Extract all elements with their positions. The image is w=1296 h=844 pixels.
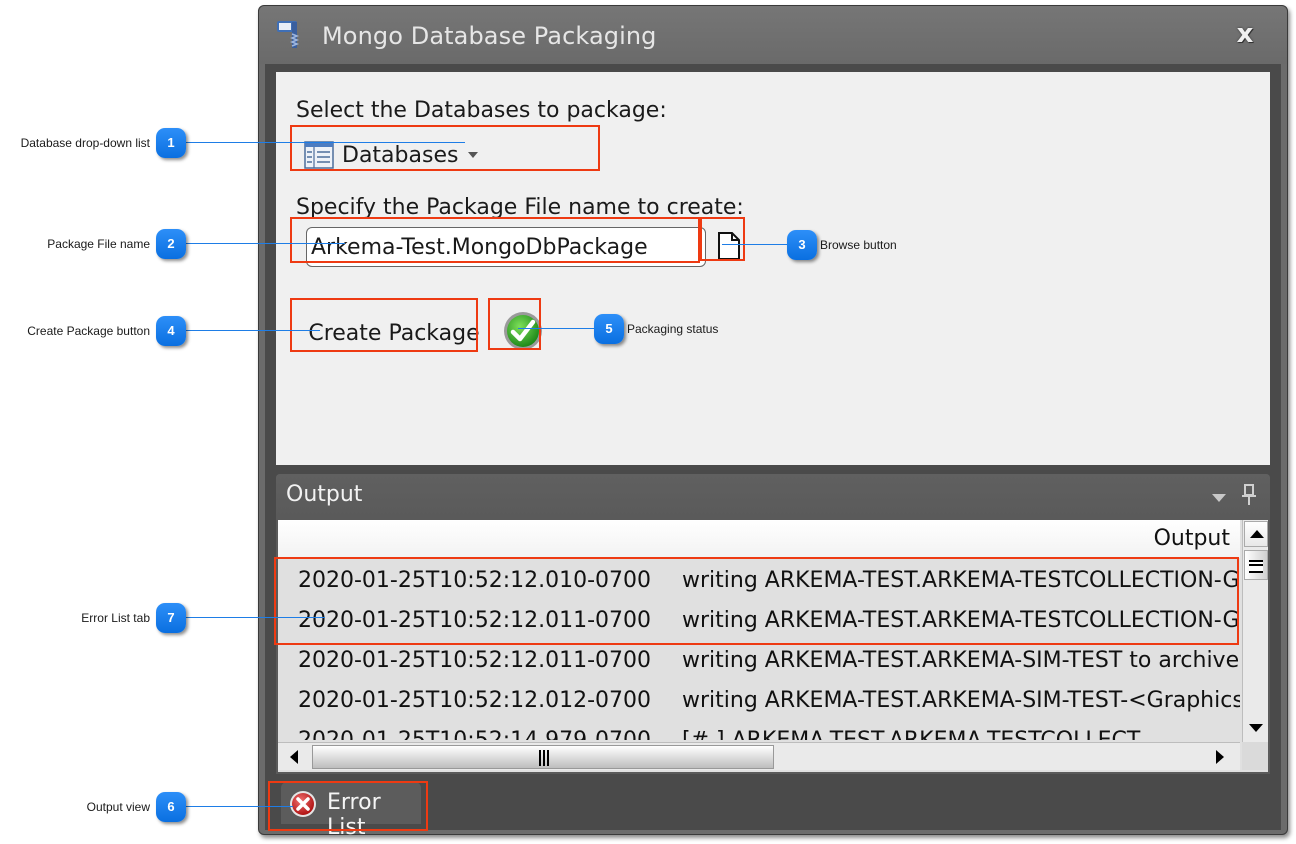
annotation-label: Create Package button bbox=[27, 324, 150, 338]
create-package-button[interactable]: Create Package bbox=[304, 310, 484, 356]
annotation-label: Browse button bbox=[820, 238, 897, 252]
scrollbar-corner bbox=[1242, 742, 1268, 770]
title-bar: Mongo Database Packaging x bbox=[259, 6, 1287, 64]
annotation-badge: 4 bbox=[156, 316, 186, 346]
annotation-badge: 7 bbox=[156, 603, 186, 633]
annotation-label: Package File name bbox=[47, 237, 150, 251]
vertical-scrollbar[interactable] bbox=[1242, 520, 1268, 742]
annotation-badge: 6 bbox=[156, 792, 186, 822]
log-rows: 2020-01-25T10:52:12.010-0700 writing ARK… bbox=[278, 560, 1240, 740]
scroll-right-button[interactable] bbox=[1206, 745, 1236, 769]
success-check-icon bbox=[504, 312, 542, 350]
log-message: writing ARKEMA-TEST.ARKEMA-SIM-TEST to a… bbox=[682, 648, 1240, 673]
table-icon bbox=[304, 141, 334, 169]
packaging-window: Mongo Database Packaging x Select the Da… bbox=[258, 5, 1288, 840]
vertical-scroll-thumb[interactable] bbox=[1244, 550, 1268, 580]
log-row[interactable]: 2020-01-25T10:52:12.012-0700 writing ARK… bbox=[278, 680, 1240, 720]
package-file-input[interactable] bbox=[306, 227, 706, 267]
app-icon bbox=[277, 21, 300, 48]
grip-icon bbox=[539, 750, 549, 766]
package-file-label: Specify the Package File name to create: bbox=[296, 195, 744, 220]
close-button[interactable]: x bbox=[1231, 20, 1259, 48]
pin-icon[interactable] bbox=[1242, 484, 1256, 506]
output-title: Output bbox=[286, 482, 363, 507]
annotation-label: Error List tab bbox=[81, 611, 150, 625]
annotation-badge: 5 bbox=[594, 314, 624, 344]
log-row[interactable]: 2020-01-25T10:52:14.979-0700 [# ] ARKEMA… bbox=[278, 720, 1240, 740]
window-content: Select the Databases to package: Databas… bbox=[265, 64, 1281, 840]
log-row[interactable]: 2020-01-25T10:52:12.011-0700 writing ARK… bbox=[278, 640, 1240, 680]
horizontal-scrollbar[interactable] bbox=[278, 742, 1240, 770]
annotation-badge: 3 bbox=[787, 230, 817, 260]
horizontal-scroll-thumb[interactable] bbox=[312, 745, 774, 769]
output-view: Output Output 2020-01-25T10:52:12.010-07… bbox=[276, 474, 1270, 774]
browse-button[interactable] bbox=[716, 230, 742, 262]
scroll-down-button[interactable] bbox=[1244, 715, 1268, 741]
tab-error-list[interactable]: Error List bbox=[281, 782, 421, 840]
log-row[interactable]: 2020-01-25T10:52:12.011-0700 writing ARK… bbox=[278, 600, 1240, 640]
log-message: writing ARKEMA-TEST.ARKEMA-SIM-TEST-<Gra… bbox=[682, 688, 1240, 713]
output-header: Output bbox=[276, 474, 1270, 518]
log-timestamp: 2020-01-25T10:52:12.011-0700 bbox=[298, 608, 652, 633]
annotation-label: Output view bbox=[86, 800, 150, 814]
output-log: Output 2020-01-25T10:52:12.010-0700 writ… bbox=[278, 520, 1268, 772]
log-message: writing ARKEMA-TEST.ARKEMA-TESTCOLLECTIO… bbox=[682, 608, 1240, 633]
output-column-header-label: Output bbox=[1153, 526, 1230, 551]
package-form: Select the Databases to package: Databas… bbox=[276, 72, 1270, 465]
log-timestamp: 2020-01-25T10:52:12.011-0700 bbox=[298, 648, 652, 673]
scroll-left-button[interactable] bbox=[280, 745, 310, 769]
output-column-header[interactable]: Output bbox=[278, 520, 1240, 558]
databases-dropdown[interactable]: Databases bbox=[304, 138, 479, 172]
tab-error-list-label: Error List bbox=[327, 790, 381, 840]
log-timestamp: 2020-01-25T10:52:12.012-0700 bbox=[298, 688, 652, 713]
log-message: writing ARKEMA-TEST.ARKEMA-TESTCOLLECTIO… bbox=[682, 568, 1240, 593]
log-timestamp: 2020-01-25T10:52:12.010-0700 bbox=[298, 568, 652, 593]
select-databases-label: Select the Databases to package: bbox=[296, 98, 667, 123]
chevron-down-icon bbox=[468, 152, 479, 158]
error-icon bbox=[290, 791, 316, 817]
window-title: Mongo Database Packaging bbox=[322, 22, 657, 50]
annotation-badge: 1 bbox=[156, 128, 186, 158]
annotation-label: Packaging status bbox=[627, 322, 719, 336]
annotation-label: Database drop-down list bbox=[20, 136, 150, 150]
scroll-up-button[interactable] bbox=[1244, 521, 1268, 547]
log-row[interactable]: 2020-01-25T10:52:12.010-0700 writing ARK… bbox=[278, 560, 1240, 600]
dropdown-menu-icon[interactable] bbox=[1212, 494, 1226, 502]
databases-dropdown-label: Databases bbox=[342, 142, 459, 168]
log-timestamp: 2020-01-25T10:52:14.979-0700 bbox=[298, 728, 651, 740]
log-message: [# ] ARKEMA-TEST.ARKEMA-TESTCOLLECT bbox=[682, 728, 1140, 740]
annotation-badge: 2 bbox=[156, 229, 186, 259]
